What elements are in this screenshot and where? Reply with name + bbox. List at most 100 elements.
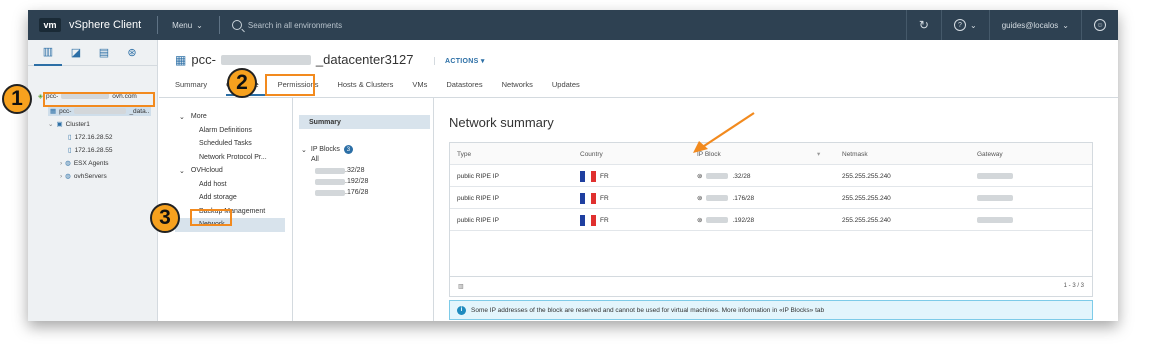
vm-logo: vm (39, 18, 61, 32)
menu-group-more[interactable]: ⌄ More (175, 110, 285, 124)
table-row[interactable]: public RIPE IP FR ⊚ .176/28 255.255.255.… (450, 187, 1092, 209)
global-search[interactable]: Search in all environments (231, 20, 343, 30)
menu-group-ovhcloud[interactable]: ⌄ OVHcloud (175, 164, 285, 178)
chevron-down-icon: ⌄ (179, 113, 185, 121)
tree-item-folder[interactable]: › ◍ ESX Agents (60, 159, 109, 168)
column-header-netmask[interactable]: Netmask (842, 143, 868, 165)
column-header-country[interactable]: Country (580, 143, 603, 165)
tab-updates[interactable]: Updates (552, 80, 589, 96)
menu-button[interactable]: Menu ⌄ (172, 21, 203, 30)
search-placeholder: Search in all environments (247, 20, 343, 30)
tree-item-cluster[interactable]: ⌄ ▣ Cluster1 (48, 120, 90, 129)
tab-summary[interactable]: Summary (175, 80, 216, 96)
menu-item-add-storage[interactable]: Add storage (175, 191, 285, 205)
ip-block-label: .192/28 (345, 178, 369, 185)
cell-netmask: 255.255.255.240 (842, 216, 891, 224)
redacted-text (977, 195, 1013, 201)
actions-label: ACTIONS (445, 58, 479, 65)
redacted-text (706, 217, 729, 223)
subnav-summary[interactable]: Summary (299, 115, 430, 129)
refresh-icon: ↻ (918, 18, 929, 32)
highlight-configure-tab (265, 74, 315, 96)
menu-label: Menu (172, 20, 193, 30)
networking-tab-icon[interactable]: ⊛ (118, 40, 146, 66)
info-icon: i (457, 305, 466, 315)
subnav-ip-blocks[interactable]: ⌄ IP Blocks 3 (299, 145, 430, 154)
filter-icon[interactable]: ▾ (817, 143, 820, 165)
france-flag-icon (580, 170, 596, 182)
app-title[interactable]: vSphere Client (69, 19, 141, 31)
subnav-ip-block[interactable]: .32/28 (299, 165, 430, 176)
column-header-type[interactable]: Type (457, 143, 471, 165)
pagination-label: 1 - 3 / 3 (1063, 283, 1084, 289)
column-header-gateway[interactable]: Gateway (977, 143, 1003, 165)
storage-tab-icon[interactable]: ▤ (90, 40, 118, 66)
redacted-text (315, 178, 345, 185)
menu-item-alarm-definitions[interactable]: Alarm Definitions (175, 124, 285, 138)
help-button[interactable]: ? ⌄ (940, 10, 989, 40)
user-menu[interactable]: guides@localos ⌄ (988, 10, 1081, 40)
tab-vms[interactable]: VMs (412, 80, 436, 96)
column-toggle-icon[interactable]: ▥ (458, 283, 464, 290)
subnav-all[interactable]: All (299, 154, 430, 165)
redacted-text (977, 173, 1013, 179)
vms-templates-tab-icon[interactable]: ◪ (62, 40, 90, 66)
menu-item-network-protocol[interactable]: Network Protocol Pr... (175, 151, 285, 165)
chevron-down-icon: ⌄ (48, 121, 54, 128)
ip-block-value: .32/28 (732, 172, 751, 180)
redacted-text (706, 195, 729, 201)
tree-item-label: _data.. (129, 107, 150, 115)
ip-block-value: .192/28 (732, 216, 755, 224)
tab-hosts-clusters[interactable]: Hosts & Clusters (337, 80, 402, 96)
tree-item-label: 172.16.28.55 (74, 146, 113, 154)
cell-ip-block: ⊚ .176/28 (697, 187, 754, 209)
datacenter-icon: ▦ (50, 108, 57, 115)
menu-item-add-host[interactable]: Add host (175, 178, 285, 192)
menu-item-scheduled-tasks[interactable]: Scheduled Tasks (175, 137, 285, 151)
tree-item-host[interactable]: ▯ 172.16.28.55 (68, 146, 113, 155)
chevron-right-icon: › (60, 172, 63, 180)
actions-menu-button[interactable]: ACTIONS ▾ (434, 57, 485, 65)
count-badge: 3 (343, 145, 353, 154)
tab-networks[interactable]: Networks (502, 80, 542, 96)
tree-item-host[interactable]: ▯ 172.16.28.52 (68, 133, 113, 142)
table-row[interactable]: public RIPE IP FR ⊚ .32/28 255.255.255.2… (450, 165, 1092, 187)
tree-item-label: Cluster1 (65, 120, 90, 128)
chevron-down-icon: ⌄ (969, 20, 977, 30)
inventory-navigator: ▥ ◪ ▤ ⊛ ◈ pcc- ovh.com ▦ pcc- _data.. ⌄ … (28, 40, 158, 321)
redacted-text (220, 54, 311, 65)
title-text: _datacenter3127 (315, 52, 414, 67)
country-code: FR (600, 194, 609, 202)
chevron-down-icon: ⌄ (179, 167, 185, 175)
cell-type: public RIPE IP (457, 172, 499, 180)
ip-block-label: .32/28 (345, 167, 365, 174)
hosts-clusters-tab-icon[interactable]: ▥ (34, 40, 62, 66)
refresh-button[interactable]: ↻ (905, 10, 941, 40)
tab-datastores[interactable]: Datastores (446, 80, 491, 96)
step-badge-1: 1 (2, 84, 32, 114)
tree-item-datacenter[interactable]: ▦ pcc- _data.. (48, 106, 152, 116)
subnav-ip-block[interactable]: .192/28 (299, 176, 430, 187)
menu-group-label: More (190, 113, 207, 121)
subnav-ip-block[interactable]: .176/28 (299, 187, 430, 198)
tree-item-label: pcc- (59, 107, 72, 115)
host-icon: ▯ (68, 147, 72, 154)
panel-divider (433, 98, 434, 321)
info-message: Some IP addresses of the block are reser… (471, 306, 825, 314)
highlight-network-item (190, 209, 232, 226)
smiley-icon: ☺ (1094, 19, 1106, 31)
redacted-text (706, 173, 729, 179)
tree-item-folder[interactable]: › ◍ ovhServers (60, 172, 107, 181)
grid-footer: ▥ 1 - 3 / 3 (450, 276, 1092, 296)
ip-block-label: .176/28 (345, 189, 369, 196)
resource-pool-icon: ◍ (65, 160, 71, 167)
redacted-text (315, 167, 345, 174)
ip-block-value: .176/28 (732, 194, 755, 202)
cell-gateway (977, 209, 1013, 231)
top-header: vm vSphere Client Menu ⌄ Search in all e… (28, 10, 1118, 40)
table-row[interactable]: public RIPE IP FR ⊚ .192/28 255.255.255.… (450, 209, 1092, 231)
feedback-button[interactable]: ☺ (1081, 10, 1118, 40)
cluster-icon: ▣ (56, 121, 63, 128)
grid-header: Type Country IP Block ▾ Netmask Gateway (450, 143, 1092, 165)
panel-divider (292, 98, 293, 321)
